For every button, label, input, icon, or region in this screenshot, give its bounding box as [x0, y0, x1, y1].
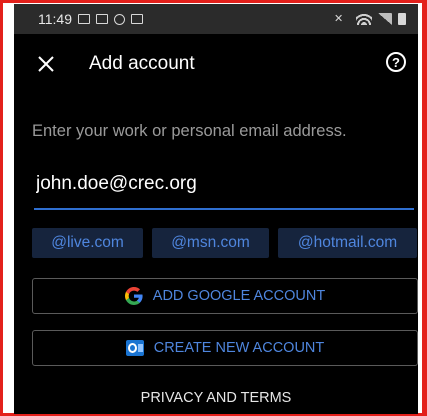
app-bar: Add account ? [14, 34, 418, 94]
domain-chip-msn[interactable]: @msn.com [152, 228, 269, 258]
page-title: Add account [89, 53, 195, 74]
email-field-container [34, 164, 416, 210]
signal-icon [378, 13, 392, 25]
phone-screen: 11:49 ✕ Add account ? Enter your work or… [14, 4, 418, 414]
email-input[interactable] [34, 164, 416, 204]
mute-icon: ✕ [334, 13, 344, 25]
domain-chip-hotmail[interactable]: @hotmail.com [278, 228, 417, 258]
status-bar-left: 11:49 [38, 11, 143, 27]
alarm-icon [114, 13, 125, 25]
close-button[interactable] [32, 50, 60, 78]
outlook-icon [125, 340, 144, 356]
add-google-account-button[interactable]: ADD GOOGLE ACCOUNT [32, 278, 418, 314]
status-bar: 11:49 ✕ [14, 4, 418, 34]
wifi-icon [356, 13, 372, 25]
create-new-account-button[interactable]: CREATE NEW ACCOUNT [32, 330, 418, 366]
status-time: 11:49 [38, 11, 72, 27]
domain-suggestions: @live.com @msn.com @hotmail.com [32, 228, 417, 258]
add-google-account-label: ADD GOOGLE ACCOUNT [152, 288, 326, 304]
help-icon: ? [392, 55, 400, 70]
create-new-account-label: CREATE NEW ACCOUNT [153, 340, 325, 356]
image-icon [131, 14, 143, 24]
domain-chip-live[interactable]: @live.com [32, 228, 143, 258]
status-bar-right: ✕ [334, 13, 406, 25]
battery-icon [398, 13, 406, 25]
cloud-icon [96, 14, 108, 24]
help-button[interactable]: ? [386, 52, 406, 72]
email-prompt: Enter your work or personal email addres… [32, 122, 347, 140]
google-icon [124, 287, 143, 305]
privacy-and-terms-link[interactable]: PRIVACY AND TERMS [14, 390, 418, 406]
gallery-icon [78, 14, 90, 24]
close-icon [38, 56, 54, 72]
